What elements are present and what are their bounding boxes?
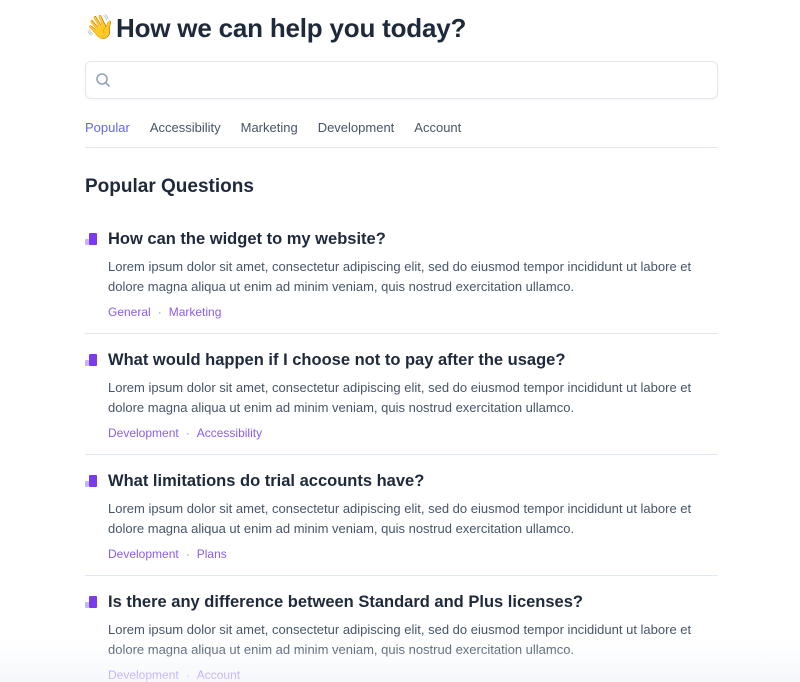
bar-chart-icon [85, 475, 98, 487]
answer-text: Lorem ipsum dolor sit amet, consectetur … [108, 259, 692, 294]
tag-list: Development · Plans [108, 545, 718, 563]
question-row[interactable]: What would happen if I choose not to pay… [85, 348, 718, 372]
page-header: 👋 How we can help you today? [85, 12, 466, 44]
answer-text: Lorem ipsum dolor sit amet, consectetur … [108, 501, 692, 536]
question-title[interactable]: How can the widget to my website? [108, 230, 386, 249]
search-icon [96, 73, 110, 87]
tag-link[interactable]: General [108, 305, 151, 319]
question-row[interactable]: What limitations do trial accounts have? [85, 469, 718, 493]
search-input[interactable] [119, 62, 717, 98]
tag-list: Development · Accessibility [108, 424, 718, 442]
divider [85, 575, 718, 576]
tab-account[interactable]: Account [414, 119, 461, 147]
question-title[interactable]: What limitations do trial accounts have? [108, 472, 424, 491]
divider [85, 333, 718, 334]
question-title[interactable]: What would happen if I choose not to pay… [108, 351, 565, 370]
bar-chart-icon [85, 233, 98, 245]
question-row[interactable]: Is there any difference between Standard… [85, 590, 718, 614]
tag-link[interactable]: Plans [197, 547, 227, 561]
search-box[interactable] [85, 61, 718, 99]
waving-hand-icon: 👋 [85, 14, 115, 41]
page-title: How we can help you today? [116, 12, 467, 43]
category-tabs: Popular Accessibility Marketing Developm… [85, 119, 718, 148]
faq-item: How can the widget to my website? Lorem … [85, 227, 718, 321]
answer-text: Lorem ipsum dolor sit amet, consectetur … [108, 380, 692, 415]
tag-separator: · [185, 668, 190, 682]
tag-separator: · [185, 547, 190, 561]
tag-link[interactable]: Marketing [169, 305, 222, 319]
tag-link[interactable]: Accessibility [197, 426, 262, 440]
tag-list: General · Marketing [108, 303, 718, 321]
tag-separator: · [185, 426, 190, 440]
tab-marketing[interactable]: Marketing [241, 119, 298, 147]
faq-item: What limitations do trial accounts have?… [85, 469, 718, 563]
tag-link[interactable]: Development [108, 668, 179, 682]
tag-list: Development · Account [108, 666, 718, 682]
bar-chart-icon [85, 354, 98, 366]
tag-link[interactable]: Account [197, 668, 240, 682]
tab-accessibility[interactable]: Accessibility [150, 119, 221, 147]
tab-development[interactable]: Development [318, 119, 395, 147]
faq-item: Is there any difference between Standard… [85, 590, 718, 682]
divider [85, 454, 718, 455]
section-title: Popular Questions [85, 176, 254, 197]
bar-chart-icon [85, 596, 98, 608]
faq-item: What would happen if I choose not to pay… [85, 348, 718, 442]
answer-text: Lorem ipsum dolor sit amet, consectetur … [108, 622, 692, 657]
tag-separator: · [157, 305, 162, 319]
question-row[interactable]: How can the widget to my website? [85, 227, 718, 251]
tab-popular[interactable]: Popular [85, 119, 130, 147]
question-title[interactable]: Is there any difference between Standard… [108, 593, 583, 612]
tag-link[interactable]: Development [108, 426, 179, 440]
tag-link[interactable]: Development [108, 547, 179, 561]
